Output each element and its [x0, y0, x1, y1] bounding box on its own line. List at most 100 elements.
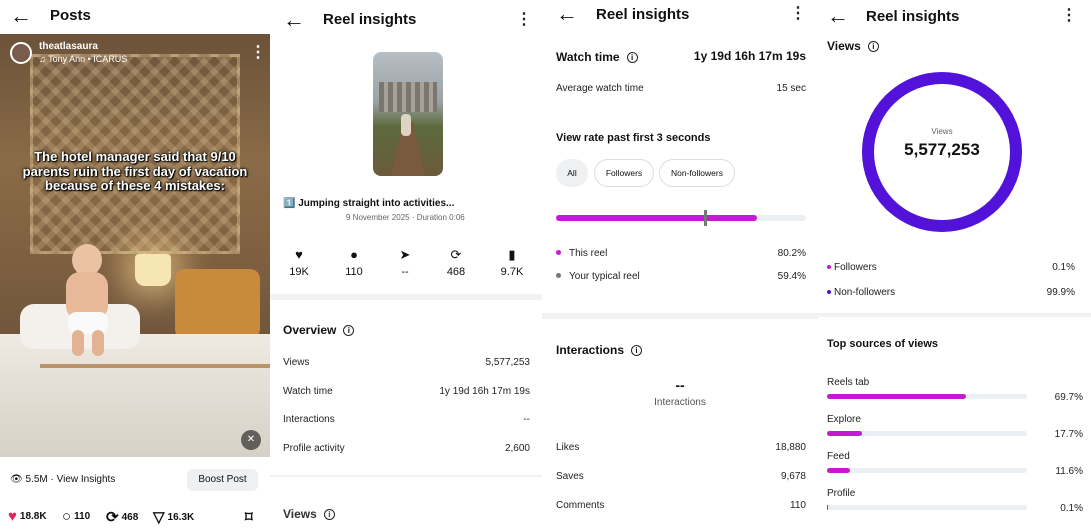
- chip-all[interactable]: All: [556, 159, 588, 187]
- info-icon[interactable]: i: [631, 345, 643, 356]
- row-value-likes: 18,880: [775, 442, 806, 453]
- nonfollowers-value: 99.9%: [1046, 287, 1075, 298]
- comment-button[interactable]: ○ 110: [62, 508, 90, 525]
- interactions-sublabel: Interactions: [654, 397, 706, 408]
- info-icon[interactable]: i: [323, 509, 335, 520]
- stat-shares: ➤ --: [385, 247, 425, 279]
- song-label[interactable]: ♫ Tony Ann • ICARUS: [39, 54, 127, 64]
- overview-title-text: Overview: [283, 323, 337, 337]
- bookmark-icon: ⌑: [245, 509, 253, 526]
- stat-likes-value: 19K: [289, 266, 309, 278]
- reel-video[interactable]: The hotel manager said that 9/10 parents…: [0, 34, 270, 457]
- info-icon[interactable]: i: [867, 41, 879, 52]
- row-label-interactions: Interactions: [283, 414, 335, 425]
- posts-panel: ← Posts The hotel manager said that 9/10…: [0, 0, 270, 531]
- boost-post-button[interactable]: Boost Post: [187, 469, 258, 491]
- view-rate-fill: [556, 215, 757, 221]
- back-arrow-icon[interactable]: ←: [283, 9, 305, 31]
- page-title: Reel insights: [866, 8, 960, 25]
- row-label-comments: Comments: [556, 500, 605, 511]
- divider: [542, 313, 818, 319]
- views-section-title-text: Views: [283, 507, 317, 521]
- interactions-title: Interactions i: [556, 343, 643, 357]
- reel-date: 9 November 2025 · Duration 0:06: [346, 213, 465, 222]
- view-insights-link[interactable]: 👁 5.5M · View Insights: [10, 474, 115, 485]
- share-count: 16.3K: [167, 511, 195, 523]
- reel-thumbnail[interactable]: [373, 52, 443, 176]
- reel-insights-views-panel: ← Reel insights ⋮ Views i Views 5,577,253…: [818, 0, 1091, 531]
- row-label-profile-activity: Profile activity: [283, 443, 345, 454]
- more-options-icon[interactable]: ⋮: [1061, 8, 1077, 24]
- bookmark-icon: ▮: [508, 247, 516, 262]
- views-title-text: Views: [827, 39, 861, 53]
- watch-time-title-text: Watch time: [556, 50, 620, 64]
- row-value-views: 5,577,253: [485, 357, 531, 368]
- view-rate-title: View rate past first 3 seconds: [556, 132, 711, 144]
- video-caption: The hotel manager said that 9/10 parents…: [22, 149, 248, 193]
- source-fill-profile: [827, 505, 828, 510]
- stat-comments: ● 110: [334, 248, 374, 279]
- followers-value: 0.1%: [1052, 262, 1075, 273]
- back-arrow-icon[interactable]: ←: [556, 3, 578, 25]
- more-options-icon[interactable]: ⋮: [250, 45, 266, 61]
- repost-button[interactable]: ⟳ 468: [106, 508, 138, 526]
- eye-icon: 👁: [10, 474, 26, 485]
- back-arrow-icon[interactable]: ←: [827, 5, 849, 27]
- this-reel-label: This reel: [569, 248, 608, 259]
- source-track-feed: [827, 468, 1027, 473]
- send-icon: ➤: [399, 247, 411, 262]
- source-label-feed: Feed: [827, 451, 850, 462]
- followers-legend-dot: [827, 265, 831, 269]
- send-icon: ▽: [153, 509, 165, 526]
- row-label-saves: Saves: [556, 471, 584, 482]
- stat-comments-value: 110: [345, 266, 363, 278]
- repost-icon: ⟳: [450, 247, 462, 262]
- mute-icon[interactable]: ✕: [241, 430, 261, 450]
- row-value-saves: 9,678: [780, 471, 806, 482]
- source-label-profile: Profile: [827, 488, 856, 499]
- avatar[interactable]: [10, 42, 32, 64]
- row-value-profile-activity: 2,600: [504, 443, 530, 454]
- source-fill-explore: [827, 431, 863, 436]
- typical-reel-value: 59.4%: [777, 271, 806, 282]
- reel-insights-watch-panel: ← Reel insights ⋮ Watch time i 1y 19d 16h…: [542, 0, 818, 531]
- top-sources-title: Top sources of views: [827, 338, 939, 350]
- source-fill-feed: [827, 468, 851, 473]
- typical-reel-marker: [703, 210, 707, 226]
- reel-caption: 1️⃣ Jumping straight into activities...: [283, 198, 455, 209]
- heart-icon: ♥: [8, 508, 17, 525]
- view-insights-text: 5.5M · View Insights: [25, 474, 116, 485]
- avg-watch-time-label: Average watch time: [556, 83, 644, 94]
- stat-reposts: ⟳ 468: [436, 247, 476, 279]
- info-icon[interactable]: i: [626, 52, 638, 63]
- divider: [818, 313, 1091, 317]
- back-arrow-icon[interactable]: ←: [10, 5, 32, 27]
- share-button[interactable]: ▽ 16.3K: [153, 508, 194, 526]
- interactions-title-text: Interactions: [556, 343, 625, 357]
- info-icon[interactable]: i: [343, 325, 355, 336]
- bed: [0, 334, 270, 457]
- username[interactable]: theatlasaura: [39, 41, 98, 52]
- save-button[interactable]: ⌑: [245, 508, 256, 526]
- chip-non-followers[interactable]: Non-followers: [659, 159, 735, 187]
- armchair: [175, 269, 260, 339]
- row-value-watch-time: 1y 19d 16h 17m 19s: [439, 386, 530, 397]
- like-button[interactable]: ♥ 18.8K: [8, 508, 47, 525]
- music-icon: ♫: [39, 54, 49, 64]
- ring-label: Views: [931, 127, 953, 136]
- row-label-views: Views: [283, 357, 310, 368]
- chip-followers[interactable]: Followers: [594, 159, 654, 187]
- child-figure: [62, 244, 114, 356]
- this-reel-legend-dot: [556, 250, 561, 255]
- more-options-icon[interactable]: ⋮: [790, 6, 806, 22]
- comment-icon: ○: [62, 508, 72, 525]
- views-section-title: Views i: [283, 507, 335, 521]
- repost-count: 468: [121, 511, 139, 523]
- avg-watch-time-value: 15 sec: [776, 83, 806, 94]
- nonfollowers-legend-dot: [827, 290, 831, 294]
- interactions-value: --: [675, 377, 685, 393]
- page-title: Reel insights: [596, 6, 690, 23]
- comment-count: 110: [74, 511, 91, 522]
- stat-reposts-value: 468: [446, 266, 466, 278]
- more-options-icon[interactable]: ⋮: [516, 12, 532, 28]
